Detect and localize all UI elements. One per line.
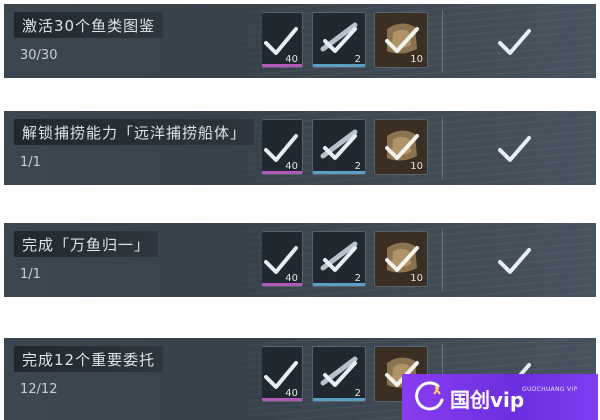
- task-progress: 1/1: [20, 155, 41, 170]
- reward-slot-3[interactable]: 10: [374, 231, 428, 287]
- reward-slot-1[interactable]: 40: [262, 231, 303, 287]
- reward-qty: 2: [354, 388, 361, 399]
- task-progress: 1/1: [20, 267, 41, 282]
- task-title-bar: 激活30个鱼类图鉴: [14, 12, 164, 38]
- task-title: 完成12个重要委托: [22, 350, 156, 369]
- claimed-check-icon[interactable]: [494, 129, 534, 169]
- divider: [442, 117, 443, 179]
- reward-qty: 2: [354, 161, 361, 172]
- task-progress: 30/30: [20, 48, 58, 63]
- watermark-brand: 国创vip: [450, 388, 525, 412]
- reward-qty: 2: [354, 273, 361, 284]
- task-title-bar: 解锁捕捞能力「远洋捕捞船体」: [14, 119, 255, 145]
- task-title: 激活30个鱼类图鉴: [22, 16, 156, 35]
- task-title: 完成「万鱼归一」: [22, 235, 151, 254]
- claimed-check-icon[interactable]: [494, 22, 534, 62]
- task-title-bar: 完成「万鱼归一」: [14, 231, 159, 257]
- divider: [442, 229, 443, 291]
- reward-slot-1[interactable]: 40: [262, 346, 303, 402]
- reward-slot-2[interactable]: 2: [312, 12, 366, 68]
- watermark-sub: GUOCHUANG VIP: [522, 386, 578, 393]
- task-row[interactable]: 激活30个鱼类图鉴 30/30 40 2 10: [4, 4, 596, 78]
- task-title: 解锁捕捞能力「远洋捕捞船体」: [22, 123, 247, 142]
- reward-qty: 2: [354, 54, 361, 65]
- task-row[interactable]: 解锁捕捞能力「远洋捕捞船体」 1/1 40 2 10: [4, 111, 596, 185]
- reward-qty: 10: [410, 273, 423, 284]
- task-row[interactable]: 完成「万鱼归一」 1/1 40 2 10: [4, 223, 596, 297]
- reward-qty: 40: [285, 273, 298, 284]
- watermark-banner: 国创vip GUOCHUANG VIP: [402, 374, 598, 420]
- reward-slot-1[interactable]: 40: [262, 12, 303, 68]
- divider: [442, 10, 443, 72]
- reward-slot-2[interactable]: 2: [312, 119, 366, 175]
- brand-logo-icon: [415, 381, 444, 411]
- reward-slot-1[interactable]: 40: [262, 119, 303, 175]
- reward-qty: 10: [410, 161, 423, 172]
- task-title-bar: 完成12个重要委托: [14, 346, 164, 372]
- reward-slot-2[interactable]: 2: [312, 231, 366, 287]
- reward-slot-3[interactable]: 10: [374, 12, 428, 68]
- reward-qty: 10: [410, 54, 423, 65]
- task-progress: 12/12: [20, 382, 58, 397]
- reward-qty: 40: [285, 54, 298, 65]
- reward-qty: 40: [285, 161, 298, 172]
- reward-slot-3[interactable]: 10: [374, 119, 428, 175]
- claimed-check-icon[interactable]: [494, 241, 534, 281]
- reward-slot-2[interactable]: 2: [312, 346, 366, 402]
- reward-qty: 40: [285, 388, 298, 399]
